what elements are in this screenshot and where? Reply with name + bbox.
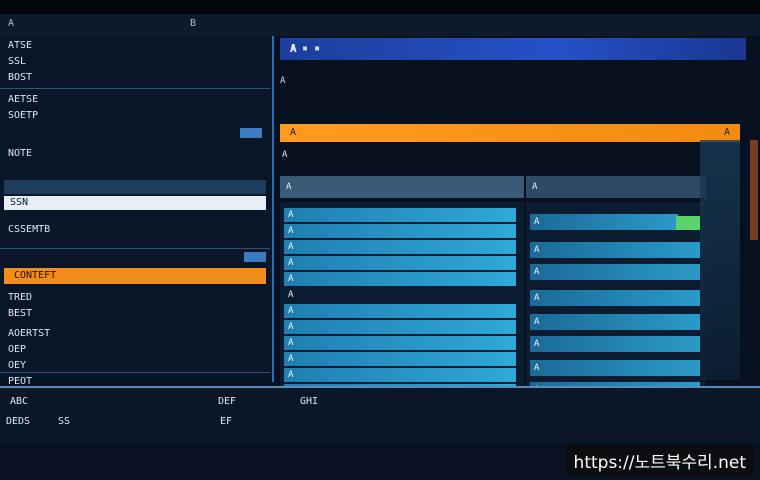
status-bar: ABC DEF GHI DEDS SS EF — [0, 386, 760, 442]
left-row[interactable]: SOETP — [8, 110, 38, 121]
list-item[interactable]: A — [530, 336, 700, 352]
left-row-highlight[interactable]: CONTEFT — [4, 268, 266, 284]
column-header-label: A — [532, 182, 538, 192]
list-item-label: A — [288, 370, 294, 380]
scroll-button[interactable] — [244, 252, 266, 262]
left-row-highlight-label: CONTEFT — [14, 270, 57, 281]
status-text: SS — [58, 416, 71, 427]
status-text: GHI — [300, 396, 319, 407]
list-item[interactable]: A — [284, 224, 516, 238]
menu-item-2[interactable]: B — [190, 18, 196, 29]
list-item-label: A — [534, 339, 540, 349]
list-item[interactable]: A — [284, 304, 516, 318]
list-item-label: A — [288, 354, 294, 364]
list-item-label: A — [288, 306, 294, 316]
column-header-label: A — [286, 182, 292, 192]
left-panel: ATSE SSL BOST AETSE SOETP NOTE SSN CSSEM… — [0, 36, 274, 387]
list-item[interactable]: A — [530, 314, 700, 330]
scroll-button[interactable] — [240, 128, 262, 138]
list-item-label: A — [288, 226, 294, 236]
list-item-label: A — [288, 210, 294, 220]
left-row[interactable]: CSSEMTB — [8, 224, 50, 235]
list-item[interactable]: A — [284, 320, 516, 334]
list-item[interactable]: A — [284, 256, 516, 270]
list-item-label: A — [534, 293, 540, 303]
list-item-label: A — [534, 317, 540, 327]
address-bar[interactable]: A — [280, 76, 740, 86]
list-item[interactable]: A — [530, 360, 700, 376]
highlight-bar-right: A — [723, 127, 730, 138]
glare-panel — [700, 140, 740, 380]
accent-strip — [750, 140, 758, 240]
list-item[interactable]: A — [284, 288, 516, 302]
left-row[interactable]: SSL — [8, 56, 26, 67]
menu-item-1[interactable]: A — [8, 18, 14, 29]
left-row[interactable]: AETSE — [8, 94, 38, 105]
divider — [0, 88, 270, 89]
left-row[interactable]: AOERTST — [8, 328, 50, 339]
window-titlebar: A ▪ ▪ ▪ — [280, 38, 746, 60]
left-row[interactable]: TRED — [8, 292, 32, 303]
column-header[interactable]: A — [526, 176, 706, 198]
left-row-active[interactable]: SSN — [4, 196, 266, 210]
divider — [0, 248, 270, 249]
left-row-selected[interactable] — [4, 180, 266, 194]
list-item[interactable]: A — [284, 336, 516, 350]
list-item-label: A — [534, 363, 540, 373]
list-item-label: A — [534, 245, 540, 255]
list-item-label: A — [288, 290, 294, 300]
list-item-label: A — [288, 322, 294, 332]
list-item[interactable]: A — [530, 264, 700, 280]
status-text: EF — [220, 416, 233, 427]
status-text: DEDS — [6, 416, 31, 427]
list-item[interactable]: A — [284, 368, 516, 382]
list-item[interactable]: A — [530, 242, 700, 258]
left-row[interactable]: OEY — [8, 360, 26, 371]
divider — [0, 372, 270, 373]
list-item-label: A — [534, 267, 540, 277]
left-row[interactable]: OEP — [8, 344, 26, 355]
right-list: A A A A A A A A — [526, 202, 706, 408]
left-row[interactable]: ATSE — [8, 40, 32, 51]
left-row[interactable]: BOST — [8, 72, 32, 83]
right-panel: A ▪ ▪ ▪ A A A A A A A A A A A A A A A A … — [274, 36, 760, 408]
list-item[interactable]: A — [284, 208, 516, 222]
list-item[interactable]: A — [530, 290, 700, 306]
left-row[interactable]: NOTE — [8, 148, 32, 159]
menubar: A B — [0, 14, 760, 37]
status-badge — [676, 216, 700, 230]
left-row[interactable]: BEST — [8, 308, 32, 319]
highlight-bar[interactable]: A A — [280, 124, 740, 142]
list-item[interactable]: A — [284, 240, 516, 254]
left-list: A A A A A A A A A A A A — [280, 202, 524, 408]
status-text: DEF — [218, 396, 237, 407]
highlight-bar-label: A — [290, 127, 297, 138]
list-item-label: A — [288, 242, 294, 252]
list-item-label: A — [288, 338, 294, 348]
window-controls-icon[interactable]: ▪ ▪ ▪ — [290, 43, 734, 54]
list-item-label: A — [288, 274, 294, 284]
list-item[interactable]: A — [284, 352, 516, 366]
column-header[interactable]: A — [280, 176, 524, 198]
left-row-active-label: SSN — [10, 197, 29, 208]
status-text: ABC — [10, 396, 29, 407]
watermark: https://노트북수리.net — [565, 445, 754, 476]
list-item[interactable]: A — [530, 214, 678, 230]
list-item[interactable]: A — [284, 272, 516, 286]
list-item-label: A — [534, 217, 540, 227]
sub-label: A — [282, 150, 288, 160]
list-item-label: A — [288, 258, 294, 268]
